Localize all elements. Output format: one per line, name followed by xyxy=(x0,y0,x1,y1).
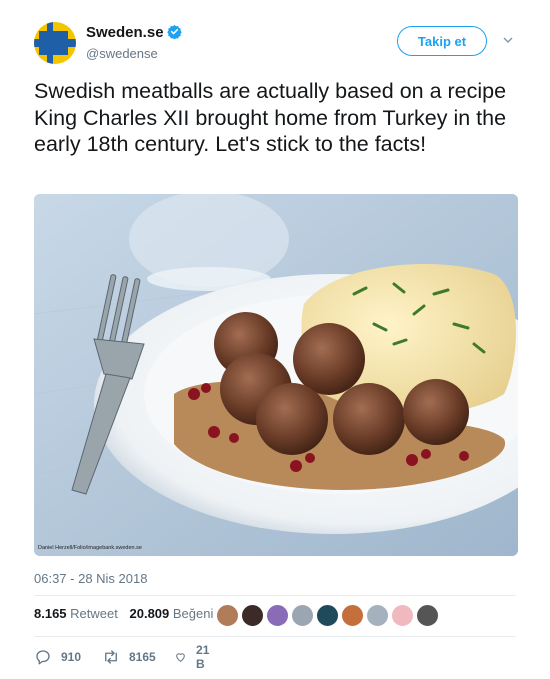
liker-avatar[interactable] xyxy=(391,604,414,627)
retweet-stat[interactable]: 8.165 Retweet xyxy=(34,606,118,621)
reply-action[interactable]: 910 xyxy=(34,648,81,666)
like-stat-count: 20.809 xyxy=(129,606,170,621)
account-info[interactable]: Sweden.se @swedense xyxy=(86,24,182,61)
retweet-stat-label: Retweet xyxy=(70,606,118,621)
tweet-image[interactable]: Daniel Herzell/Folio/imagebank.sweden.se xyxy=(34,194,518,556)
verified-badge-icon xyxy=(166,24,182,39)
divider xyxy=(34,595,516,596)
chevron-down-icon[interactable] xyxy=(502,34,514,46)
tweet-stats: 8.165 Retweet 20.809 Beğeni xyxy=(34,606,221,628)
liker-avatar[interactable] xyxy=(216,604,239,627)
tweet-header: Sweden.se @swedense Takip et xyxy=(34,22,524,66)
meatballs-photo xyxy=(34,194,518,556)
account-handle: @swedense xyxy=(86,46,158,61)
liker-avatar[interactable] xyxy=(291,604,314,627)
heart-icon xyxy=(176,653,185,662)
divider xyxy=(34,636,516,637)
avatar[interactable] xyxy=(34,22,76,64)
liker-avatar[interactable] xyxy=(316,604,339,627)
display-name[interactable]: Sweden.se xyxy=(86,24,164,41)
liker-avatar[interactable] xyxy=(241,604,264,627)
retweet-action[interactable]: 8165 xyxy=(102,648,156,666)
liker-avatar[interactable] xyxy=(366,604,389,627)
reply-count: 910 xyxy=(61,650,82,664)
retweet-stat-count: 8.165 xyxy=(34,606,67,621)
reply-icon xyxy=(36,650,50,665)
retweet-count: 8165 xyxy=(129,650,156,664)
image-credit: Daniel Herzell/Folio/imagebank.sweden.se xyxy=(38,545,142,551)
liker-avatar[interactable] xyxy=(266,604,289,627)
like-action[interactable]: 21 B xyxy=(174,643,214,671)
liker-avatar[interactable] xyxy=(341,604,364,627)
tweet-text: Swedish meatballs are actually based on … xyxy=(34,79,507,156)
liker-avatar[interactable] xyxy=(416,604,439,627)
like-count: 21 B xyxy=(196,643,210,671)
retweet-icon xyxy=(105,650,117,664)
like-stat-label: Beğeni xyxy=(172,606,214,621)
like-stat[interactable]: 20.809 Beğeni xyxy=(130,606,214,621)
follow-button[interactable]: Takip et xyxy=(397,26,487,56)
tweet-timestamp[interactable]: 06:37 - 28 Nis 2018 xyxy=(34,571,147,586)
